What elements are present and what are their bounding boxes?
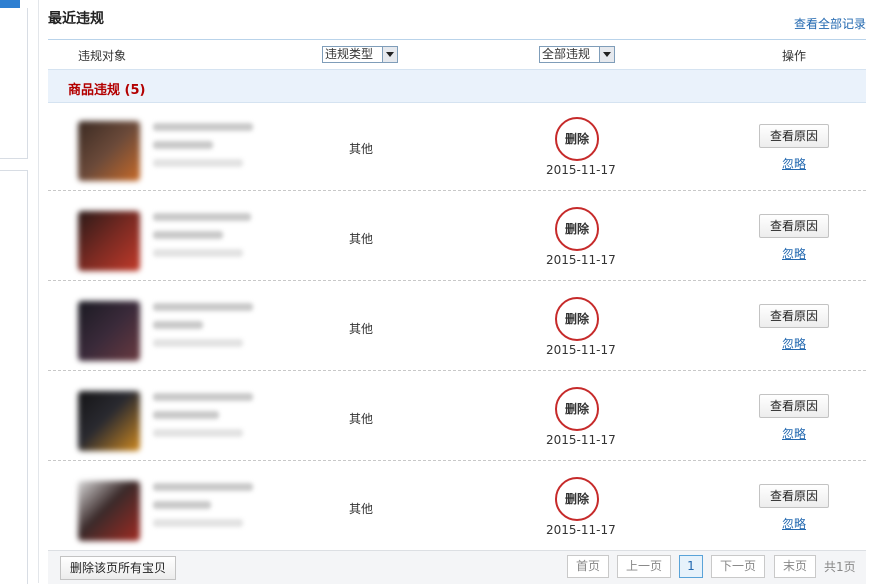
column-header-operation: 操作 (782, 49, 807, 63)
view-reason-button[interactable]: 查看原因 (759, 394, 829, 418)
next-page-button[interactable]: 下一页 (711, 555, 765, 578)
product-meta-blurred (153, 249, 243, 257)
prev-page-button[interactable]: 上一页 (617, 555, 671, 578)
violation-status-select-value: 全部违规 (542, 47, 591, 61)
product-name-blurred (153, 123, 253, 131)
view-reason-button[interactable]: 查看原因 (759, 214, 829, 238)
view-reason-button[interactable]: 查看原因 (759, 124, 829, 148)
table-row: 其他 删除 2015-11-17 查看原因 忽略 (48, 101, 866, 191)
sidebar-active-marker (0, 0, 20, 8)
product-name-blurred (153, 303, 253, 311)
ignore-link[interactable]: 忽略 (782, 335, 806, 352)
violation-date: 2015-11-17 (546, 523, 616, 537)
violation-list: 其他 删除 2015-11-17 查看原因 忽略 其他 删除 2015-11-1… (48, 101, 866, 550)
product-thumbnail[interactable] (78, 481, 140, 541)
table-row: 其他 删除 2015-11-17 查看原因 忽略 (48, 461, 866, 550)
product-thumbnail[interactable] (78, 391, 140, 451)
column-header-target: 违规对象 (78, 49, 127, 63)
product-thumbnail[interactable] (78, 211, 140, 271)
violation-type-select[interactable]: 违规类型 (322, 46, 398, 63)
last-page-button[interactable]: 末页 (774, 555, 816, 578)
violation-type: 其他 (349, 232, 374, 246)
total-pages: 共1页 (824, 560, 856, 574)
divider (38, 0, 39, 583)
product-name-blurred (153, 141, 213, 149)
table-row: 其他 删除 2015-11-17 查看原因 忽略 (48, 281, 866, 371)
first-page-button[interactable]: 首页 (567, 555, 609, 578)
product-meta-blurred (153, 519, 243, 527)
product-name-blurred (153, 213, 251, 221)
ignore-link[interactable]: 忽略 (782, 425, 806, 442)
chevron-down-icon[interactable] (382, 47, 397, 62)
violation-type-select-value: 违规类型 (325, 47, 374, 61)
product-name-blurred (153, 393, 253, 401)
delete-stamp: 删除 (555, 387, 599, 431)
product-name-blurred (153, 321, 203, 329)
delete-stamp: 删除 (555, 207, 599, 251)
view-all-records-link[interactable]: 查看全部记录 (794, 15, 866, 32)
delete-all-on-page-button[interactable]: 删除该页所有宝贝 (60, 556, 176, 580)
violation-date: 2015-11-17 (546, 163, 616, 177)
violation-type: 其他 (349, 322, 374, 336)
delete-stamp: 删除 (555, 477, 599, 521)
view-reason-button[interactable]: 查看原因 (759, 484, 829, 508)
chevron-down-icon[interactable] (599, 47, 614, 62)
ignore-link[interactable]: 忽略 (782, 245, 806, 262)
product-meta-blurred (153, 159, 243, 167)
violation-date: 2015-11-17 (546, 433, 616, 447)
sidebar-panel (0, 8, 28, 159)
product-name-blurred (153, 483, 253, 491)
page-number-current[interactable]: 1 (679, 555, 703, 578)
violation-date: 2015-11-17 (546, 343, 616, 357)
violations-panel: 最近违规 查看全部记录 违规对象 违规类型 全部违规 操作 商品违规 (5) 其… (48, 0, 866, 584)
delete-stamp: 删除 (555, 297, 599, 341)
delete-stamp: 删除 (555, 117, 599, 161)
product-name-blurred (153, 231, 223, 239)
product-thumbnail[interactable] (78, 121, 140, 181)
violation-status-select[interactable]: 全部违规 (539, 46, 615, 63)
table-row: 其他 删除 2015-11-17 查看原因 忽略 (48, 191, 866, 281)
product-meta-blurred (153, 339, 243, 347)
ignore-link[interactable]: 忽略 (782, 515, 806, 532)
table-header: 违规对象 违规类型 全部违规 操作 (48, 39, 866, 69)
page-title: 最近违规 (48, 11, 104, 27)
table-footer: 删除该页所有宝贝 首页 上一页 1 下一页 末页 共1页 (48, 550, 866, 584)
ignore-link[interactable]: 忽略 (782, 155, 806, 172)
violation-type: 其他 (349, 502, 374, 516)
violation-date: 2015-11-17 (546, 253, 616, 267)
violation-type: 其他 (349, 412, 374, 426)
product-meta-blurred (153, 429, 243, 437)
section-header: 商品违规 (5) (48, 69, 866, 103)
sidebar-panel-lower (0, 170, 28, 584)
product-name-blurred (153, 411, 219, 419)
left-sidebar (0, 0, 28, 584)
view-reason-button[interactable]: 查看原因 (759, 304, 829, 328)
section-title: 商品违规 (5) (68, 83, 146, 98)
product-thumbnail[interactable] (78, 301, 140, 361)
table-row: 其他 删除 2015-11-17 查看原因 忽略 (48, 371, 866, 461)
violation-type: 其他 (349, 142, 374, 156)
product-name-blurred (153, 501, 211, 509)
